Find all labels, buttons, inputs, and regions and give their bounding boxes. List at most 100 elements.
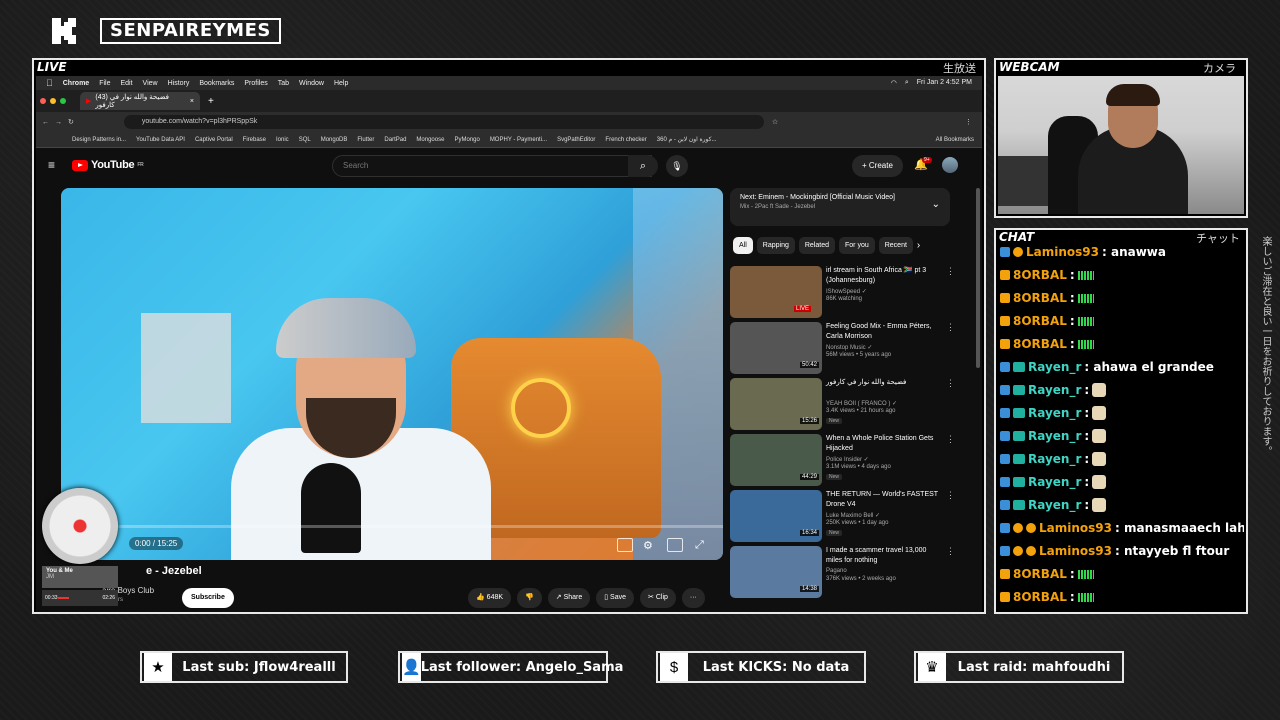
- account-avatar[interactable]: [942, 157, 958, 173]
- chat-username[interactable]: Rayen_r: [1028, 429, 1081, 443]
- recommended-video[interactable]: 16:34 THE RETURN — World's FASTEST Drone …: [730, 490, 960, 544]
- clip-button[interactable]: ✂ Clip: [640, 588, 676, 608]
- bookmark-item[interactable]: SQL: [299, 137, 311, 143]
- bookmark-item[interactable]: YouTube Data API: [136, 137, 185, 143]
- like-button[interactable]: 👍 648K: [468, 588, 512, 608]
- search-icon[interactable]: ⌕: [905, 79, 909, 87]
- browser-tab-active[interactable]: ▶ (43) فضيحة والله نوار في كارفور ×: [80, 92, 200, 110]
- chat-username[interactable]: 8ORBAL: [1013, 567, 1067, 581]
- new-tab-icon[interactable]: +: [208, 96, 214, 107]
- minimize-window-button[interactable]: [50, 98, 56, 104]
- recommended-channel[interactable]: IShowSpeed ✓: [826, 288, 867, 295]
- reload-icon[interactable]: ↻: [68, 118, 74, 126]
- recommended-video[interactable]: 15:26 فضيحة والله نوار في كارفور YEAH BOII…: [730, 378, 960, 432]
- chat-username[interactable]: 8ORBAL: [1013, 337, 1067, 351]
- bookmark-item[interactable]: Flutter: [357, 137, 374, 143]
- chat-username[interactable]: Rayen_r: [1028, 406, 1081, 420]
- chat-username[interactable]: Rayen_r: [1028, 475, 1081, 489]
- extensions-icon[interactable]: ⋮: [965, 118, 972, 126]
- menu-profiles[interactable]: Profiles: [244, 80, 267, 87]
- bookmark-item[interactable]: 360 كورة اون لاين - م...: [657, 136, 717, 143]
- youtube-logo[interactable]: YouTube FR: [72, 159, 144, 171]
- menu-tab[interactable]: Tab: [278, 80, 289, 87]
- captions-button[interactable]: [617, 538, 633, 552]
- recommended-video[interactable]: 50:42 Feeling Good Mix - Emma Péters, Car…: [730, 322, 960, 376]
- settings-gear-icon[interactable]: ⚙: [643, 539, 653, 552]
- bookmark-item[interactable]: Ionic: [276, 137, 289, 143]
- video-player[interactable]: 0:00 / 15:25 ⚙ ⤢: [61, 188, 723, 560]
- bookmark-item[interactable]: PyMongo: [454, 137, 479, 143]
- menu-app[interactable]: Chrome: [63, 80, 89, 87]
- chevron-right-icon[interactable]: ›: [917, 237, 920, 254]
- recommended-title[interactable]: irl stream in South Africa 🇿🇦 pt 3 (Joha…: [826, 266, 944, 286]
- voice-search-button[interactable]: 🎙: [666, 155, 688, 177]
- miniplayer-button[interactable]: [667, 538, 683, 552]
- scrollbar[interactable]: [976, 188, 980, 368]
- bookmark-item[interactable]: Design Patterns in...: [72, 137, 126, 143]
- chat-username[interactable]: Laminos93: [1039, 521, 1112, 535]
- chat-username[interactable]: Laminos93: [1026, 246, 1099, 259]
- share-button[interactable]: ↗ Share: [547, 588, 591, 608]
- video-progress-bar[interactable]: [61, 525, 723, 528]
- recommended-video[interactable]: 14:38 I made a scammer travel 13,000 mile…: [730, 546, 960, 600]
- chat-username[interactable]: Rayen_r: [1028, 360, 1081, 374]
- bookmark-item[interactable]: Captive Portal: [195, 137, 233, 143]
- fullscreen-icon[interactable]: ⤢: [695, 539, 704, 552]
- more-options-icon[interactable]: ⋮: [946, 266, 955, 277]
- recommended-title[interactable]: When a Whole Police Station Gets Hijacke…: [826, 434, 944, 454]
- chat-username[interactable]: Rayen_r: [1028, 498, 1081, 512]
- more-options-icon[interactable]: ⋮: [946, 378, 955, 389]
- apple-icon[interactable]: : [46, 78, 53, 88]
- url-input[interactable]: youtube.com/watch?v=pl3hPRSppSk: [123, 115, 764, 129]
- menu-edit[interactable]: Edit: [120, 80, 132, 87]
- chip-for-you[interactable]: For you: [839, 237, 875, 254]
- chat-username[interactable]: Rayen_r: [1028, 452, 1081, 466]
- chip-related[interactable]: Related: [798, 237, 835, 254]
- bookmark-item[interactable]: French checker: [605, 137, 646, 143]
- menu-history[interactable]: History: [168, 80, 190, 87]
- chat-username[interactable]: 8ORBAL: [1013, 268, 1067, 282]
- chat-username[interactable]: Rayen_r: [1028, 383, 1081, 397]
- chevron-down-icon[interactable]: ⌄: [932, 199, 940, 210]
- recommended-title[interactable]: فضيحة والله نوار في كارفور: [826, 378, 944, 388]
- chip-recent[interactable]: Recent: [878, 237, 913, 254]
- more-options-icon[interactable]: ⋮: [946, 490, 955, 501]
- close-window-button[interactable]: [40, 98, 46, 104]
- chat-username[interactable]: 8ORBAL: [1013, 314, 1067, 328]
- menu-bookmarks[interactable]: Bookmarks: [199, 80, 234, 87]
- bookmark-item[interactable]: DartPad: [384, 137, 406, 143]
- wifi-icon[interactable]: ◠: [891, 79, 897, 87]
- menu-view[interactable]: View: [143, 80, 158, 87]
- bookmark-item[interactable]: Mongoose: [416, 137, 444, 143]
- recommended-title[interactable]: I made a scammer travel 13,000 miles for…: [826, 546, 944, 566]
- search-input[interactable]: Search: [332, 155, 652, 177]
- chip-rapping[interactable]: Rapping: [756, 237, 795, 254]
- search-button[interactable]: ⌕: [628, 155, 658, 177]
- recommended-channel[interactable]: Police Insider ✓: [826, 456, 869, 463]
- up-next-card[interactable]: Next: Eminem - Mockingbird [Official Mus…: [730, 188, 950, 226]
- back-icon[interactable]: ←: [42, 119, 49, 126]
- more-options-icon[interactable]: ⋮: [946, 434, 955, 445]
- menu-window[interactable]: Window: [299, 80, 324, 87]
- hamburger-menu-icon[interactable]: ≡: [48, 158, 55, 172]
- dislike-button[interactable]: 👎: [517, 588, 542, 608]
- recommended-title[interactable]: Feeling Good Mix - Emma Péters, Carla Mo…: [826, 322, 944, 342]
- chat-username[interactable]: 8ORBAL: [1013, 291, 1067, 305]
- chip-all[interactable]: All: [733, 237, 753, 254]
- maximize-window-button[interactable]: [60, 98, 66, 104]
- menu-help[interactable]: Help: [334, 80, 348, 87]
- recommended-video[interactable]: 44:29 When a Whole Police Station Gets Hi…: [730, 434, 960, 488]
- recommended-channel[interactable]: Nonstop Music ✓: [826, 344, 872, 351]
- more-actions-button[interactable]: ···: [681, 588, 705, 608]
- recommended-channel[interactable]: YEAH BOII ( FRANCO ) ✓: [826, 400, 897, 407]
- save-button[interactable]: ▯ Save: [596, 588, 635, 608]
- subscribe-button[interactable]: Subscribe: [182, 588, 234, 608]
- bookmark-item[interactable]: MongoDB: [321, 137, 348, 143]
- bookmark-item[interactable]: MOPHY - Paymenti...: [490, 137, 547, 143]
- bookmark-item[interactable]: Firebase: [243, 137, 266, 143]
- recommended-title[interactable]: THE RETURN — World's FASTEST Drone V4: [826, 490, 944, 510]
- bookmark-all[interactable]: All Bookmarks: [936, 137, 974, 143]
- more-options-icon[interactable]: ⋮: [946, 546, 955, 557]
- bookmark-item[interactable]: SvgPathEditor: [557, 137, 595, 143]
- forward-icon[interactable]: →: [55, 119, 62, 126]
